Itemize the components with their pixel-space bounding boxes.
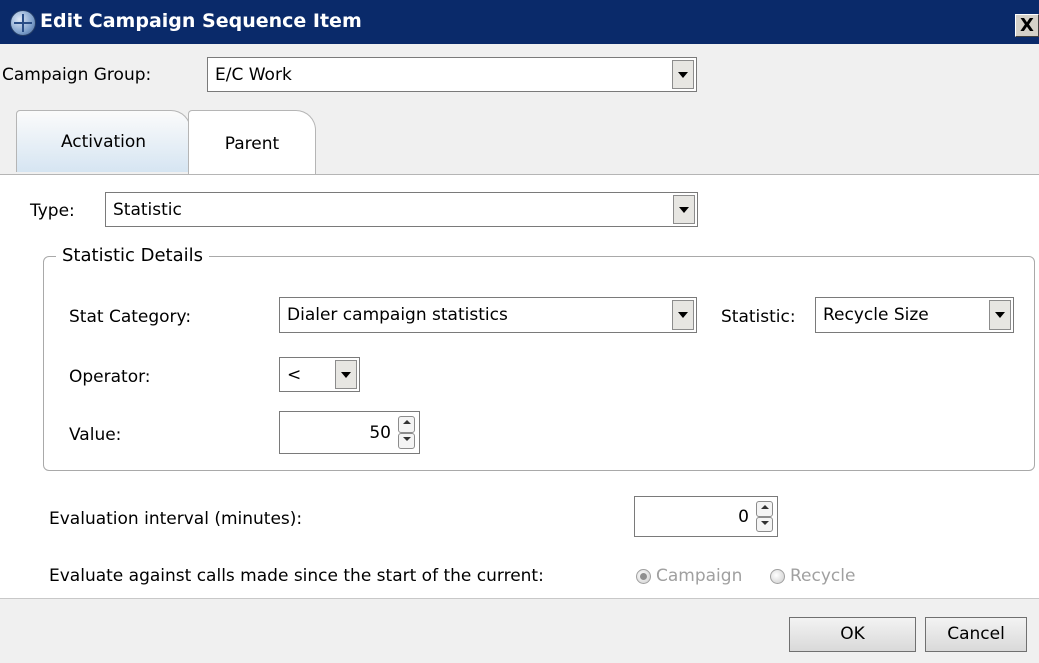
tab-parent[interactable]: Parent <box>188 110 316 176</box>
type-select[interactable]: Statistic <box>105 192 698 227</box>
window-title: Edit Campaign Sequence Item <box>40 10 362 32</box>
recycle-radio[interactable] <box>770 569 785 584</box>
stat-category-select[interactable]: Dialer campaign statistics <box>279 297 697 333</box>
value-stepper[interactable]: 50 <box>279 411 420 454</box>
recycle-radio-label: Recycle <box>790 566 856 586</box>
title-bar: Edit Campaign Sequence Item X <box>0 0 1039 44</box>
close-button[interactable]: X <box>1015 14 1039 37</box>
cancel-button[interactable]: Cancel <box>925 617 1027 652</box>
value-number: 50 <box>369 422 391 443</box>
arrow-up-icon[interactable] <box>756 501 773 517</box>
chevron-down-icon[interactable] <box>989 300 1011 330</box>
evaluation-interval-spin-buttons <box>756 501 773 532</box>
arrow-up-icon[interactable] <box>398 416 415 433</box>
chevron-down-icon[interactable] <box>335 360 357 389</box>
globe-icon <box>10 10 36 36</box>
statistic-details-title: Statistic Details <box>56 245 210 266</box>
type-value: Statistic <box>113 199 182 220</box>
campaign-group-label: Campaign Group: <box>2 65 152 85</box>
arrow-down-icon[interactable] <box>756 516 773 532</box>
statistic-value: Recycle Size <box>823 305 929 325</box>
statistic-label: Statistic: <box>721 307 796 327</box>
chevron-down-icon[interactable] <box>672 60 694 89</box>
chevron-down-icon[interactable] <box>672 300 694 330</box>
evaluation-interval-stepper[interactable]: 0 <box>634 496 778 537</box>
evaluation-interval-number: 0 <box>738 506 749 527</box>
operator-label: Operator: <box>69 367 151 387</box>
stat-category-label: Stat Category: <box>69 307 192 327</box>
campaign-group-select[interactable]: E/C Work <box>207 57 697 92</box>
type-label: Type: <box>30 201 75 221</box>
arrow-down-icon[interactable] <box>398 432 415 449</box>
tab-activation-label: Activation <box>60 131 147 152</box>
campaign-radio-label: Campaign <box>656 566 743 586</box>
chevron-down-icon[interactable] <box>673 195 695 224</box>
tab-activation[interactable]: Activation <box>16 110 191 172</box>
evaluation-interval-label: Evaluation interval (minutes): <box>49 509 303 529</box>
operator-value: < <box>287 364 302 385</box>
evaluate-against-label: Evaluate against calls made since the st… <box>49 566 544 586</box>
statistic-select[interactable]: Recycle Size <box>815 297 1014 333</box>
value-spin-buttons <box>398 416 415 449</box>
tab-parent-label: Parent <box>224 133 280 154</box>
campaign-group-value: E/C Work <box>215 64 292 85</box>
ok-button[interactable]: OK <box>789 617 916 652</box>
campaign-radio[interactable] <box>636 569 651 584</box>
value-label: Value: <box>69 425 122 445</box>
operator-select[interactable]: < <box>279 357 360 392</box>
statistic-details-group <box>43 256 1035 471</box>
stat-category-value: Dialer campaign statistics <box>287 305 508 325</box>
